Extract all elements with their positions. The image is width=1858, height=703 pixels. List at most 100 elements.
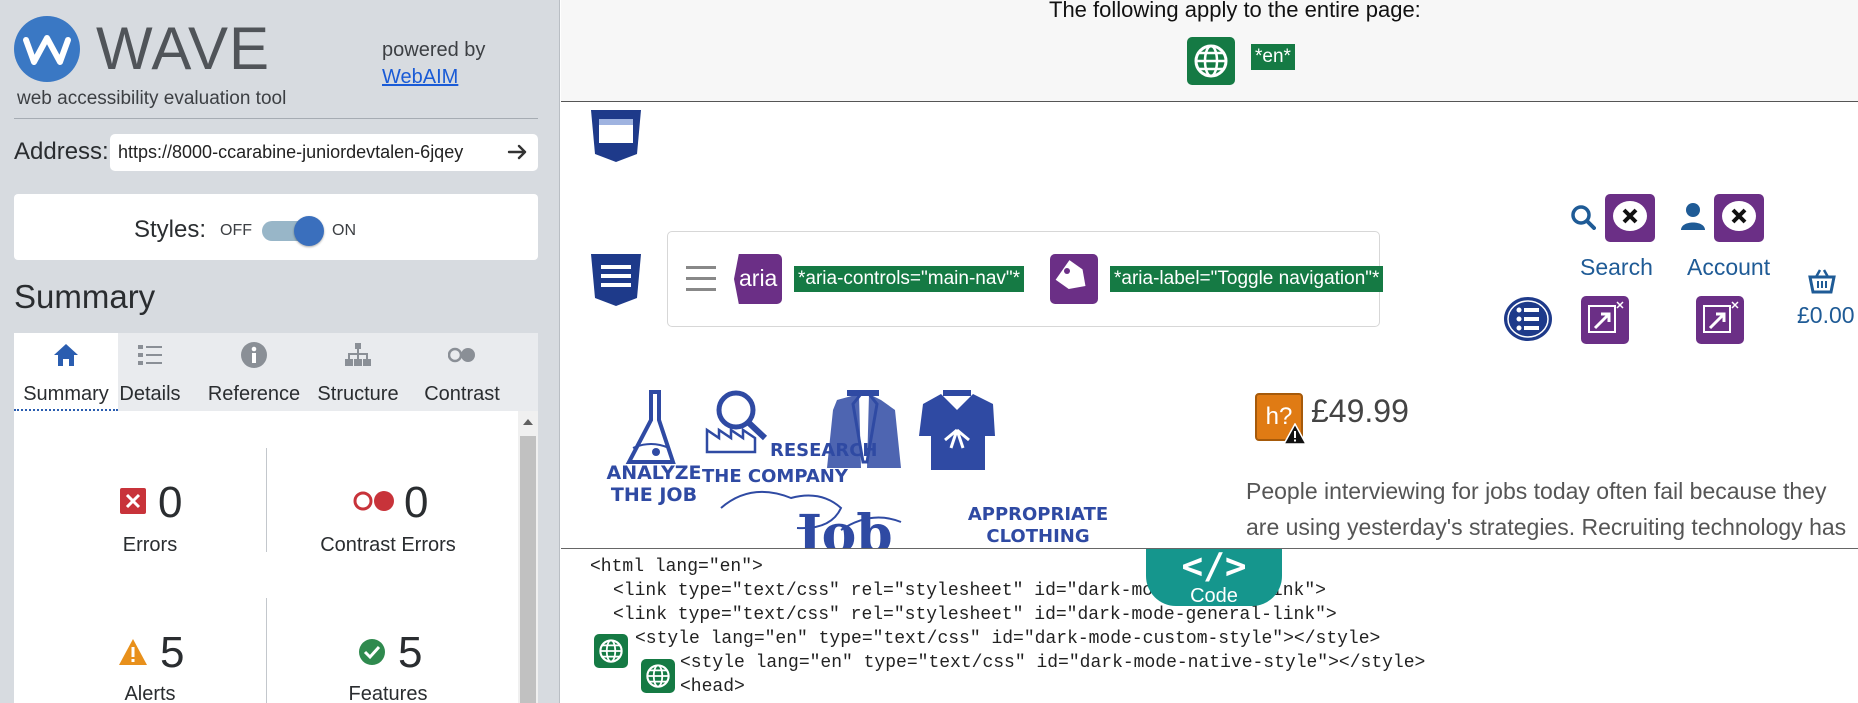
navbar-toggle-container: aria *aria-controls="main-nav"* *aria-la…: [667, 231, 1384, 327]
warning-icon: [1283, 423, 1307, 445]
code-toggle-button[interactable]: </> Code: [1146, 548, 1282, 607]
features-count: 5: [398, 628, 423, 677]
home-icon: [54, 344, 78, 366]
styles-off-label: OFF: [220, 222, 252, 239]
code-tab-label: Code: [1190, 585, 1238, 607]
product-image: ANALYZE THE JOB RESEARCH THE COMPANY Job…: [601, 390, 1181, 548]
wave-logo-icon: [14, 16, 80, 82]
product-price: £49.99: [1311, 393, 1409, 429]
features-label[interactable]: Features: [298, 683, 478, 703]
basket-icon[interactable]: [1808, 268, 1836, 294]
tab-contrast[interactable]: Contrast: [410, 333, 514, 411]
wave-logo-text: WAVE: [96, 15, 271, 82]
code-symbol-icon: </>: [1181, 548, 1247, 587]
styles-toggle-card: Styles: OFF ON: [14, 194, 538, 260]
alert-icon: [119, 639, 147, 665]
styles-toggle[interactable]: [262, 216, 324, 246]
tab-label: Reference: [207, 383, 301, 405]
sketch-label-clothing: APPROPRIATE CLOTHING: [959, 504, 1117, 548]
sketch-line: CLOTHING: [986, 526, 1090, 547]
list-structure-icon[interactable]: [1503, 296, 1553, 342]
language-icon[interactable]: [1187, 37, 1235, 85]
powered-by-text: powered by: [382, 39, 486, 61]
sketch-label-company: THE COMPANY: [702, 466, 848, 487]
cart-total[interactable]: £0.00: [1797, 302, 1855, 329]
alerts-count: 5: [160, 628, 185, 677]
divider: [266, 448, 267, 552]
code-line[interactable]: <style lang="en" type="text/css" id="dar…: [635, 629, 1380, 649]
error-icon: [120, 488, 146, 514]
product-description: People interviewing for jobs today often…: [1246, 478, 1847, 540]
code-line[interactable]: <style lang="en" type="text/css" id="dar…: [680, 653, 1425, 673]
language-icon[interactable]: [641, 659, 675, 693]
wave-app: WAVE web accessibility evaluation tool p…: [0, 0, 1858, 703]
sketch-label-job: Job: [797, 504, 893, 548]
language-icon[interactable]: [594, 634, 628, 668]
sketch-line: ANALYZE: [606, 462, 702, 484]
go-arrow-icon[interactable]: [506, 140, 530, 164]
code-line[interactable]: <html lang="en">: [590, 557, 763, 577]
feature-check-icon: [359, 639, 385, 665]
aria-label-annotation: *aria-label="Toggle navigation"*: [1110, 266, 1384, 292]
styles-on-label: ON: [332, 222, 356, 239]
header-region-icon[interactable]: [589, 108, 643, 167]
toggle-knob: [294, 216, 324, 246]
alerts-label[interactable]: Alerts: [60, 683, 240, 703]
logo-subtitle: web accessibility evaluation tool: [17, 88, 287, 109]
styles-label: Styles:: [134, 216, 207, 243]
address-input[interactable]: [110, 134, 498, 171]
sketch-label-research: RESEARCH: [770, 440, 878, 461]
aria-link-icon[interactable]: [1696, 296, 1744, 344]
list-icon: [138, 345, 162, 365]
sketch-line: THE JOB: [610, 484, 698, 506]
account-icon[interactable]: [1681, 202, 1705, 230]
sitemap-icon: [345, 343, 371, 366]
contrast-icon: [448, 347, 475, 363]
tab-details[interactable]: Details: [98, 333, 202, 411]
account-link[interactable]: Account: [1687, 254, 1770, 281]
aria-hidden-icon[interactable]: [1605, 194, 1655, 242]
wave-sidebar: WAVE web accessibility evaluation tool p…: [0, 0, 560, 703]
tab-label: Details: [119, 383, 181, 405]
tab-label: Structure: [317, 383, 399, 405]
possible-heading-alert-icon[interactable]: h?: [1255, 393, 1307, 445]
aria-label-tag-icon[interactable]: [1050, 254, 1098, 304]
sketch-line: APPROPRIATE: [967, 504, 1109, 525]
code-line[interactable]: <head>: [680, 677, 745, 697]
sketch-label-analyze: ANALYZE THE JOB: [601, 462, 709, 506]
code-panel: <html lang="en"> <link type="text/css" r…: [561, 548, 1858, 703]
code-line[interactable]: <link type="text/css" rel="stylesheet" i…: [613, 605, 1337, 625]
aria-controls-annotation: *aria-controls="main-nav"*: [794, 266, 1025, 292]
divider: [266, 598, 267, 703]
info-icon: [241, 342, 267, 368]
tab-label: Contrast: [424, 383, 500, 405]
aria-icon-text: aria: [739, 265, 778, 291]
lang-annotation: *en*: [1251, 44, 1295, 70]
search-link[interactable]: Search: [1580, 254, 1653, 281]
aria-icon[interactable]: aria: [734, 254, 782, 304]
contrast-errors-count: 0: [404, 478, 429, 527]
aria-hidden-icon[interactable]: [1714, 194, 1764, 242]
address-field-wrapper: [110, 134, 538, 171]
page-preview: The following apply to the entire page: …: [561, 0, 1858, 548]
contrast-errors-label[interactable]: Contrast Errors: [298, 534, 478, 557]
page-wide-annotations: The following apply to the entire page: …: [561, 0, 1858, 102]
address-label: Address:: [14, 138, 109, 165]
summary-panel: [14, 411, 538, 703]
applies-heading: The following apply to the entire page:: [1049, 0, 1421, 22]
search-icon[interactable]: [1570, 204, 1596, 230]
summary-heading: Summary: [14, 278, 156, 315]
divider: [14, 118, 538, 119]
contrast-error-icon: [353, 491, 394, 511]
scrollbar-thumb[interactable]: [520, 436, 536, 703]
panel-tabs: Summary Details Reference Structure Cont…: [14, 333, 538, 411]
navigation-region-icon[interactable]: [589, 252, 643, 311]
aria-link-icon[interactable]: [1581, 296, 1629, 344]
errors-count: 0: [158, 478, 183, 527]
hamburger-icon[interactable]: [686, 266, 716, 292]
tab-structure[interactable]: Structure: [306, 333, 410, 411]
webaim-link[interactable]: WebAIM: [382, 66, 458, 88]
errors-label[interactable]: Errors: [60, 534, 240, 557]
tab-reference[interactable]: Reference: [202, 333, 306, 411]
scroll-up-icon[interactable]: [522, 416, 534, 428]
